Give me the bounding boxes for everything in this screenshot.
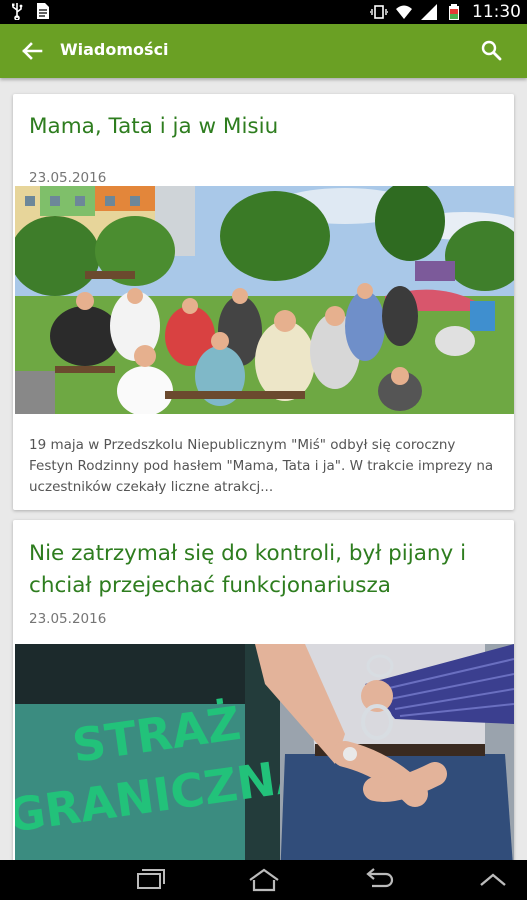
status-bar: 11:30	[0, 0, 527, 24]
article-title: Mama, Tata i ja w Misiu	[29, 114, 279, 139]
up-icon[interactable]	[476, 866, 510, 894]
search-icon[interactable]	[479, 38, 505, 64]
article-date: 23.05.2016	[29, 611, 107, 627]
page-title: Wiadomości	[60, 40, 169, 59]
wifi-icon	[396, 5, 412, 19]
home-icon[interactable]	[247, 866, 281, 894]
article-image	[15, 186, 514, 414]
news-list[interactable]: Mama, Tata i ja w Misiu 23.05.2016 19 ma…	[0, 78, 527, 860]
vibrate-icon	[370, 5, 388, 19]
news-card[interactable]: Mama, Tata i ja w Misiu 23.05.2016 19 ma…	[13, 94, 514, 510]
usb-icon	[12, 3, 23, 20]
article-date: 23.05.2016	[29, 170, 107, 186]
app-bar: Wiadomości	[0, 24, 527, 78]
status-time: 11:30	[472, 2, 521, 22]
navigation-bar	[0, 860, 527, 900]
back-icon[interactable]	[362, 866, 396, 894]
status-left-icons	[8, 2, 52, 20]
document-icon	[37, 3, 49, 19]
status-right-icons: 11:30	[370, 0, 521, 24]
article-image: STRAŻ GRANICZNA	[15, 644, 514, 860]
recent-apps-icon[interactable]	[133, 866, 167, 894]
signal-icon	[421, 4, 437, 20]
news-card[interactable]: Nie zatrzymał się do kontroli, był pijan…	[13, 520, 514, 860]
battery-icon	[449, 4, 459, 20]
arrow-back-icon[interactable]	[18, 37, 46, 65]
article-excerpt: 19 maja w Przedszkolu Niepublicznym "Miś…	[29, 437, 494, 495]
article-title: Nie zatrzymał się do kontroli, był pijan…	[29, 541, 467, 598]
